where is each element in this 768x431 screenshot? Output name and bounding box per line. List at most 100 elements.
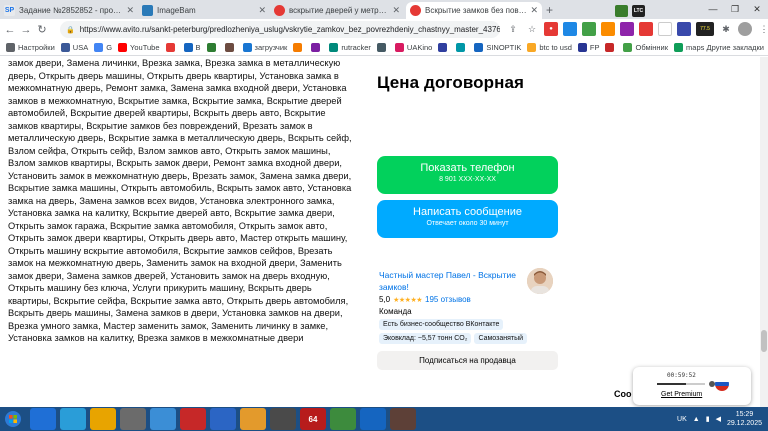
bookmark-item[interactable] bbox=[311, 43, 323, 52]
close-icon[interactable]: ✕ bbox=[530, 5, 538, 16]
taskbar-app-icon[interactable] bbox=[30, 408, 56, 430]
profile-avatar[interactable] bbox=[738, 22, 752, 36]
taskbar-app-icon[interactable] bbox=[270, 408, 296, 430]
bookmark-star-icon[interactable]: ☆ bbox=[525, 22, 539, 36]
bookmark-item[interactable] bbox=[206, 43, 219, 52]
clock[interactable]: 15:29 29.12.2025 bbox=[727, 410, 762, 428]
bookmark-item[interactable]: UAKino bbox=[394, 43, 432, 52]
taskbar-app-icon[interactable] bbox=[120, 408, 146, 430]
taskbar-app-icon[interactable] bbox=[240, 408, 266, 430]
bookmark-item[interactable]: maps bbox=[674, 43, 704, 52]
bookmark-favicon-icon bbox=[394, 43, 404, 52]
show-phone-button[interactable]: Показать телефон 8 901 XXX-XX-XX bbox=[377, 156, 558, 194]
extension-icon[interactable] bbox=[615, 4, 628, 17]
share-icon[interactable]: ⇪ bbox=[506, 22, 520, 36]
bookmark-item[interactable]: Настройки bbox=[6, 43, 55, 52]
bookmark-item[interactable]: FP bbox=[577, 43, 599, 52]
taskbar-app-icon[interactable] bbox=[210, 408, 236, 430]
bookmark-label: USA bbox=[72, 43, 89, 52]
address-bar[interactable]: 🔒 https://www.avito.ru/sankt-peterburg/p… bbox=[60, 21, 500, 38]
bookmark-item[interactable] bbox=[456, 43, 468, 52]
bookmark-favicon-icon bbox=[623, 43, 633, 52]
write-message-button[interactable]: Написать сообщение Отвечает около 30 мин… bbox=[377, 200, 558, 238]
extension-icon[interactable] bbox=[582, 22, 596, 36]
extension-icon[interactable] bbox=[601, 22, 615, 36]
bookmark-item[interactable]: SINOPTIK bbox=[474, 43, 521, 52]
extension-icon[interactable]: ● bbox=[544, 22, 558, 36]
network-icon[interactable]: ▮ bbox=[706, 415, 710, 423]
start-button[interactable] bbox=[0, 407, 26, 431]
close-icon[interactable]: ✕ bbox=[258, 5, 266, 16]
close-icon[interactable]: ✕ bbox=[126, 5, 134, 16]
subscribe-seller-button[interactable]: Подписаться на продавца bbox=[377, 351, 558, 370]
language-indicator[interactable]: UK bbox=[677, 416, 687, 423]
bookmark-item[interactable]: G bbox=[94, 43, 112, 52]
taskbar-app-icon[interactable] bbox=[390, 408, 416, 430]
bookmark-favicon-icon bbox=[60, 43, 70, 52]
bookmark-item[interactable] bbox=[438, 43, 450, 52]
person-icon bbox=[527, 268, 553, 294]
seller-avatar[interactable] bbox=[527, 268, 553, 294]
page-scrollbar[interactable] bbox=[760, 57, 768, 407]
tab-search[interactable]: вскрытие дверей у метро Комен ✕ bbox=[270, 2, 404, 19]
taskbar-app-icon[interactable] bbox=[360, 408, 386, 430]
tray-arrow-icon[interactable]: ▲ bbox=[693, 416, 700, 423]
taskbar-app-icon[interactable] bbox=[150, 408, 176, 430]
tab-imagebam[interactable]: ImageBam ✕ bbox=[138, 2, 270, 19]
tab-active-listing[interactable]: Вскрытие замков без поврежден ✕ bbox=[406, 2, 542, 19]
bookmark-item[interactable]: Обмінник bbox=[623, 43, 668, 52]
back-arrow-icon[interactable]: ← bbox=[2, 24, 18, 36]
forward-arrow-icon[interactable]: → bbox=[18, 24, 34, 36]
avito-favicon-icon bbox=[410, 5, 421, 16]
bookmark-item[interactable]: В bbox=[183, 43, 201, 52]
bookmark-item[interactable] bbox=[224, 43, 237, 52]
tab-task[interactable]: SP Задание №2852852 - просмотр ✕ bbox=[0, 2, 138, 19]
reviews-link[interactable]: 195 отзывов bbox=[425, 295, 471, 304]
bookmark-item[interactable] bbox=[376, 43, 389, 52]
flag-icon[interactable] bbox=[639, 22, 653, 36]
bookmark-item[interactable]: загрузчик bbox=[242, 43, 287, 52]
badge-vk-community[interactable]: Есть бизнес-сообщество ВКонтакте bbox=[379, 319, 504, 330]
seller-name-link[interactable]: Частный мастер Павел - Вскрытие замков! bbox=[379, 269, 519, 293]
bookmark-favicon-icon bbox=[605, 43, 615, 52]
badge-self-employed[interactable]: Самозанятый bbox=[474, 333, 528, 344]
extension-icon[interactable] bbox=[563, 22, 577, 36]
extension-icon[interactable] bbox=[658, 22, 672, 36]
phone-number: 8 901 XXX-XX-XX bbox=[439, 176, 496, 183]
minimize-icon[interactable]: — bbox=[702, 0, 724, 19]
bookmark-item[interactable] bbox=[293, 43, 305, 52]
bookmark-favicon-icon bbox=[293, 43, 303, 52]
puzzle-icon[interactable]: ✱ bbox=[719, 22, 733, 36]
taskbar-app-icon[interactable]: 64 bbox=[300, 408, 326, 430]
reload-icon[interactable]: ↻ bbox=[34, 23, 50, 36]
taskbar-app-icon[interactable] bbox=[60, 408, 86, 430]
volume-icon[interactable]: ◀ bbox=[716, 415, 721, 423]
scrollbar-thumb[interactable] bbox=[761, 330, 767, 352]
extension-icon[interactable] bbox=[620, 22, 634, 36]
bookmark-item[interactable] bbox=[165, 43, 178, 52]
taskbar-app-icon[interactable] bbox=[330, 408, 356, 430]
russia-flag-icon[interactable] bbox=[715, 377, 729, 391]
ext-badge[interactable]: 77.5 bbox=[696, 22, 714, 36]
bookmark-label: G bbox=[106, 43, 113, 52]
seller-badges: Есть бизнес-сообщество ВКонтакте Эковкла… bbox=[379, 319, 559, 344]
bookmark-item[interactable]: btc to usd bbox=[527, 43, 572, 52]
close-window-icon[interactable]: ✕ bbox=[746, 0, 768, 19]
get-premium-link[interactable]: Get Premium bbox=[661, 391, 702, 398]
bookmark-item[interactable]: USA bbox=[60, 43, 89, 52]
taskbar-app-icon[interactable] bbox=[90, 408, 116, 430]
bookmark-item[interactable] bbox=[605, 43, 617, 52]
close-icon[interactable]: ✕ bbox=[392, 5, 400, 16]
other-bookmarks[interactable]: Другие закладки bbox=[707, 43, 764, 52]
bookmark-item[interactable]: rutracker bbox=[329, 43, 371, 52]
menu-dots-icon[interactable]: ⋮ bbox=[757, 22, 768, 36]
extension-icon[interactable] bbox=[677, 22, 691, 36]
bookmark-favicon-icon bbox=[577, 43, 587, 52]
taskbar-app-icon[interactable] bbox=[180, 408, 206, 430]
new-tab-icon[interactable]: + bbox=[546, 3, 553, 17]
badge-eco[interactable]: Эковклад: ~5,57 тонн CO₂ bbox=[379, 333, 472, 344]
bookmark-favicon-icon bbox=[6, 43, 15, 52]
bookmark-item[interactable]: YouTube bbox=[118, 43, 160, 52]
maximize-icon[interactable]: ❐ bbox=[724, 0, 746, 19]
ltc-badge[interactable]: LTC bbox=[632, 4, 645, 17]
